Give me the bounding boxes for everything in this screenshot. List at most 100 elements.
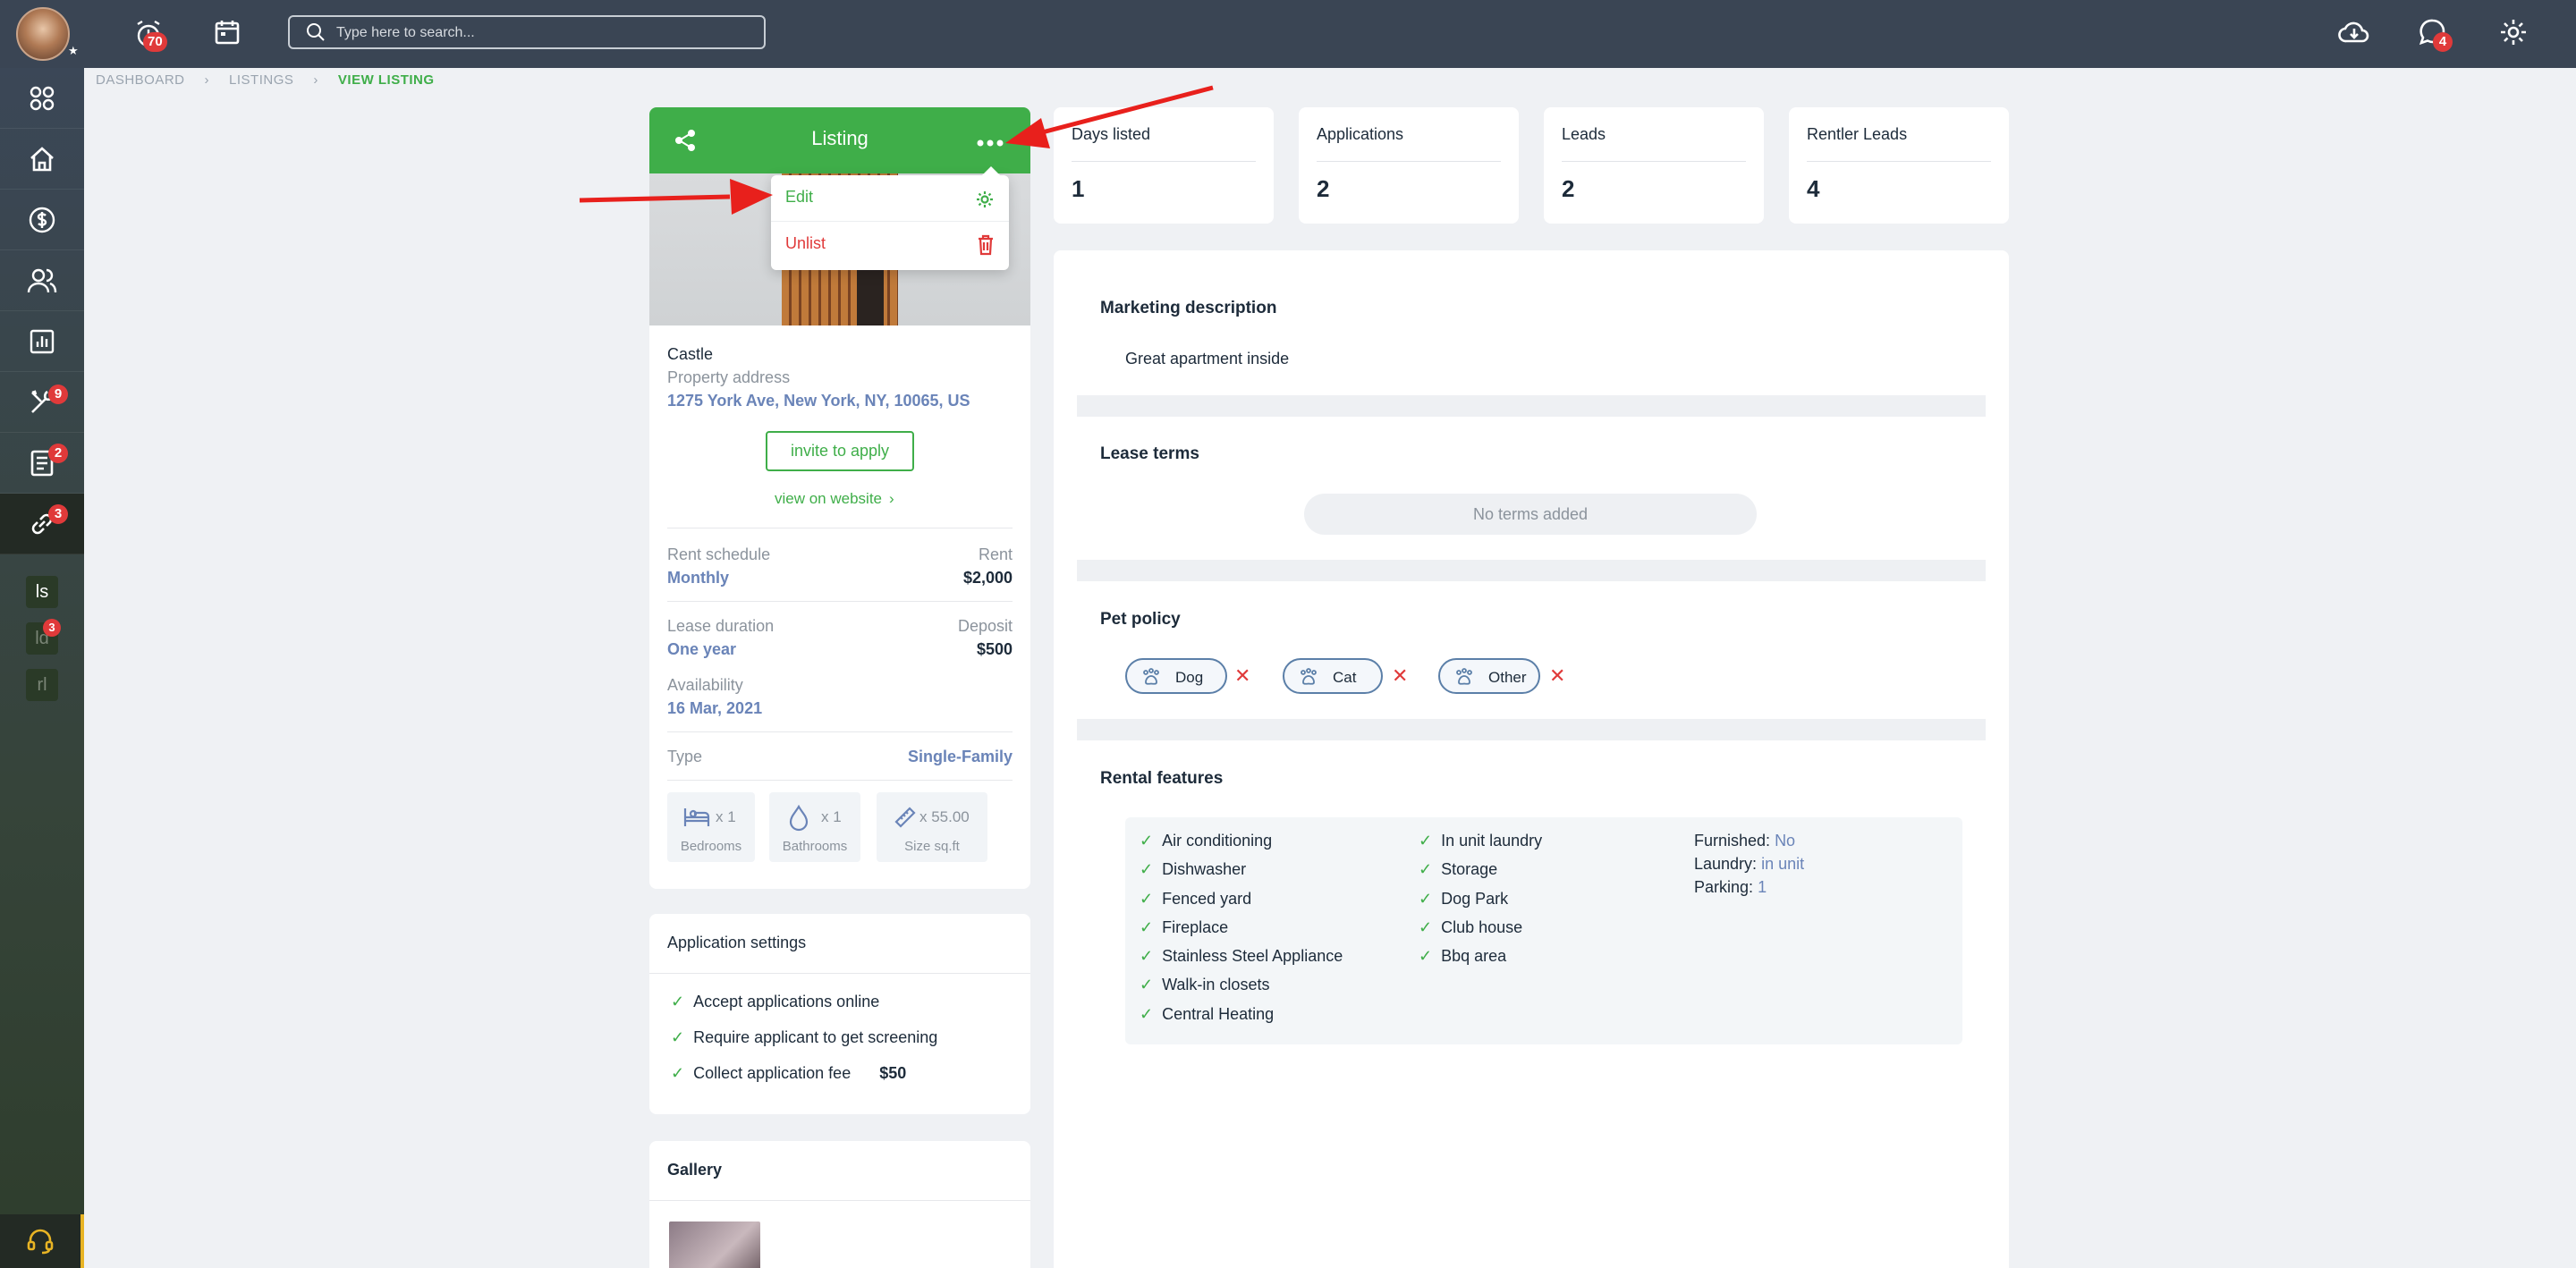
remove-icon[interactable]: ✕ bbox=[1392, 666, 1408, 686]
paw-icon bbox=[1301, 668, 1317, 685]
feature-item: ✓ Air conditioning bbox=[1140, 832, 1273, 850]
application-fee-value: $50 bbox=[879, 1064, 907, 1082]
rental-features-box: ✓ Air conditioning ✓ Dishwasher ✓ Fenced ya… bbox=[1125, 817, 1962, 1044]
deposit-label: Deposit bbox=[957, 617, 1013, 635]
check-icon: ✓ bbox=[1140, 976, 1154, 993]
application-settings-title: Application settings bbox=[667, 934, 807, 951]
check-icon: ✓ bbox=[671, 1028, 685, 1046]
sidebar-item-reports[interactable] bbox=[0, 311, 84, 372]
water-drop-icon bbox=[789, 805, 809, 832]
sidebar-sub-item[interactable]: ls bbox=[26, 576, 58, 608]
breadcrumb-current: VIEW LISTING bbox=[337, 72, 435, 88]
messages-badge: 4 bbox=[2433, 32, 2453, 52]
remove-icon[interactable]: ✕ bbox=[1234, 666, 1250, 686]
listing-header: Listing bbox=[649, 107, 1030, 173]
apps-grid-icon bbox=[30, 86, 55, 110]
view-on-website-link[interactable]: view on website › bbox=[775, 490, 894, 508]
feature-item: ✓ Club house bbox=[1419, 918, 1523, 936]
setting-collect-fee: ✓ Collect application fee $50 bbox=[671, 1064, 907, 1082]
search-icon bbox=[306, 22, 326, 46]
application-settings-card: Application settings ✓ Accept application… bbox=[649, 914, 1030, 1114]
setting-require-screening: ✓ Require applicant to get screening bbox=[671, 1028, 938, 1046]
headset-icon bbox=[27, 1229, 54, 1255]
check-icon: ✓ bbox=[1140, 1005, 1154, 1023]
pet-chip-cat: Cat bbox=[1283, 658, 1383, 694]
check-icon: ✓ bbox=[1140, 832, 1154, 850]
ruler-icon bbox=[894, 807, 916, 828]
property-name: Castle bbox=[667, 345, 714, 363]
gear-icon[interactable] bbox=[2496, 14, 2531, 50]
feature-size: x 55.00 Size sq.ft bbox=[877, 792, 987, 862]
marketing-title: Marketing description bbox=[1100, 299, 1277, 317]
check-icon: ✓ bbox=[1140, 918, 1154, 936]
annotation-arrow bbox=[579, 179, 773, 215]
rent-value: $2,000 bbox=[962, 569, 1013, 587]
feature-item: ✓ Central Heating bbox=[1140, 1005, 1275, 1023]
rent-label: Rent bbox=[978, 545, 1013, 563]
feature-bathrooms: x 1 Bathrooms bbox=[769, 792, 860, 862]
users-icon bbox=[27, 268, 57, 292]
availability-label: Availability bbox=[667, 676, 743, 694]
sidebar-item-maintenance[interactable] bbox=[0, 372, 84, 433]
menu-item-unlist[interactable]: Unlist bbox=[771, 222, 1009, 268]
gallery-thumbnail[interactable] bbox=[669, 1222, 760, 1268]
availability-value: 16 Mar, 2021 bbox=[667, 699, 763, 717]
feature-item: ✓ Fenced yard bbox=[1140, 890, 1252, 908]
avatar[interactable] bbox=[16, 7, 70, 61]
rental-features-title: Rental features bbox=[1100, 769, 1224, 788]
chevron-right-icon: › bbox=[889, 490, 894, 507]
search-input[interactable] bbox=[336, 23, 748, 43]
feature-item: ✓ Dog Park bbox=[1419, 890, 1509, 908]
invite-to-apply-button[interactable]: invite to apply bbox=[766, 431, 914, 471]
bed-icon bbox=[683, 808, 710, 826]
check-icon: ✓ bbox=[671, 993, 685, 1010]
check-icon: ✓ bbox=[671, 1064, 685, 1082]
check-icon: ✓ bbox=[1419, 947, 1433, 965]
gear-icon bbox=[977, 191, 993, 207]
pet-chip-other: Other bbox=[1438, 658, 1540, 694]
chart-icon bbox=[30, 329, 55, 353]
sidebar-item-documents[interactable] bbox=[0, 433, 84, 494]
remove-icon[interactable]: ✕ bbox=[1549, 666, 1565, 686]
furnished-info: Furnished: No bbox=[1694, 832, 1796, 850]
sidebar-item-apps[interactable] bbox=[0, 68, 84, 129]
sidebar-item-users[interactable] bbox=[0, 250, 84, 311]
check-icon: ✓ bbox=[1419, 890, 1433, 908]
type-value: Single-Family bbox=[907, 748, 1013, 765]
listing-header-title: Listing bbox=[811, 127, 869, 149]
sidebar: 9 2 3 ls ld 3 rl bbox=[0, 68, 84, 1268]
parking-info: Parking: 1 bbox=[1694, 878, 1767, 896]
dollar-icon bbox=[29, 207, 55, 232]
paw-icon bbox=[1456, 668, 1472, 685]
notifications-badge: 70 bbox=[143, 32, 167, 52]
search-box[interactable] bbox=[288, 15, 766, 49]
pet-chip-dog: Dog bbox=[1125, 658, 1227, 694]
breadcrumb-listings[interactable]: LISTINGS bbox=[229, 72, 293, 88]
breadcrumb-dashboard[interactable]: DASHBOARD bbox=[96, 72, 185, 88]
sidebar-item-finance[interactable] bbox=[0, 190, 84, 250]
check-icon: ✓ bbox=[1140, 947, 1154, 965]
annotation-arrow bbox=[1005, 85, 1214, 148]
sidebar-badge: 2 bbox=[48, 444, 68, 463]
more-options-icon[interactable] bbox=[977, 136, 1004, 152]
calendar-icon[interactable] bbox=[209, 14, 245, 50]
setting-accept-online: ✓ Accept applications online bbox=[671, 993, 880, 1010]
check-icon: ✓ bbox=[1419, 918, 1433, 936]
feature-item: ✓ Storage bbox=[1419, 860, 1498, 878]
chevron-right-icon: › bbox=[313, 72, 318, 88]
stat-rentler-leads: Rentler Leads 4 bbox=[1789, 107, 2009, 224]
sidebar-item-listings[interactable] bbox=[0, 494, 84, 554]
stat-leads: Leads 2 bbox=[1544, 107, 1764, 224]
menu-item-label: Edit bbox=[785, 188, 814, 206]
deposit-value: $500 bbox=[976, 640, 1013, 658]
sidebar-sub-item[interactable]: rl bbox=[26, 669, 58, 701]
lease-terms-empty: No terms added bbox=[1304, 494, 1757, 535]
menu-item-edit[interactable]: Edit bbox=[771, 175, 1009, 222]
help-button[interactable] bbox=[0, 1214, 84, 1268]
cloud-download-icon[interactable] bbox=[2336, 14, 2372, 50]
feature-item: ✓ Bbq area bbox=[1419, 947, 1507, 965]
lease-duration-label: Lease duration bbox=[667, 617, 775, 635]
gallery-card: Gallery bbox=[649, 1141, 1030, 1268]
check-icon: ✓ bbox=[1140, 860, 1154, 878]
sidebar-item-home[interactable] bbox=[0, 129, 84, 190]
